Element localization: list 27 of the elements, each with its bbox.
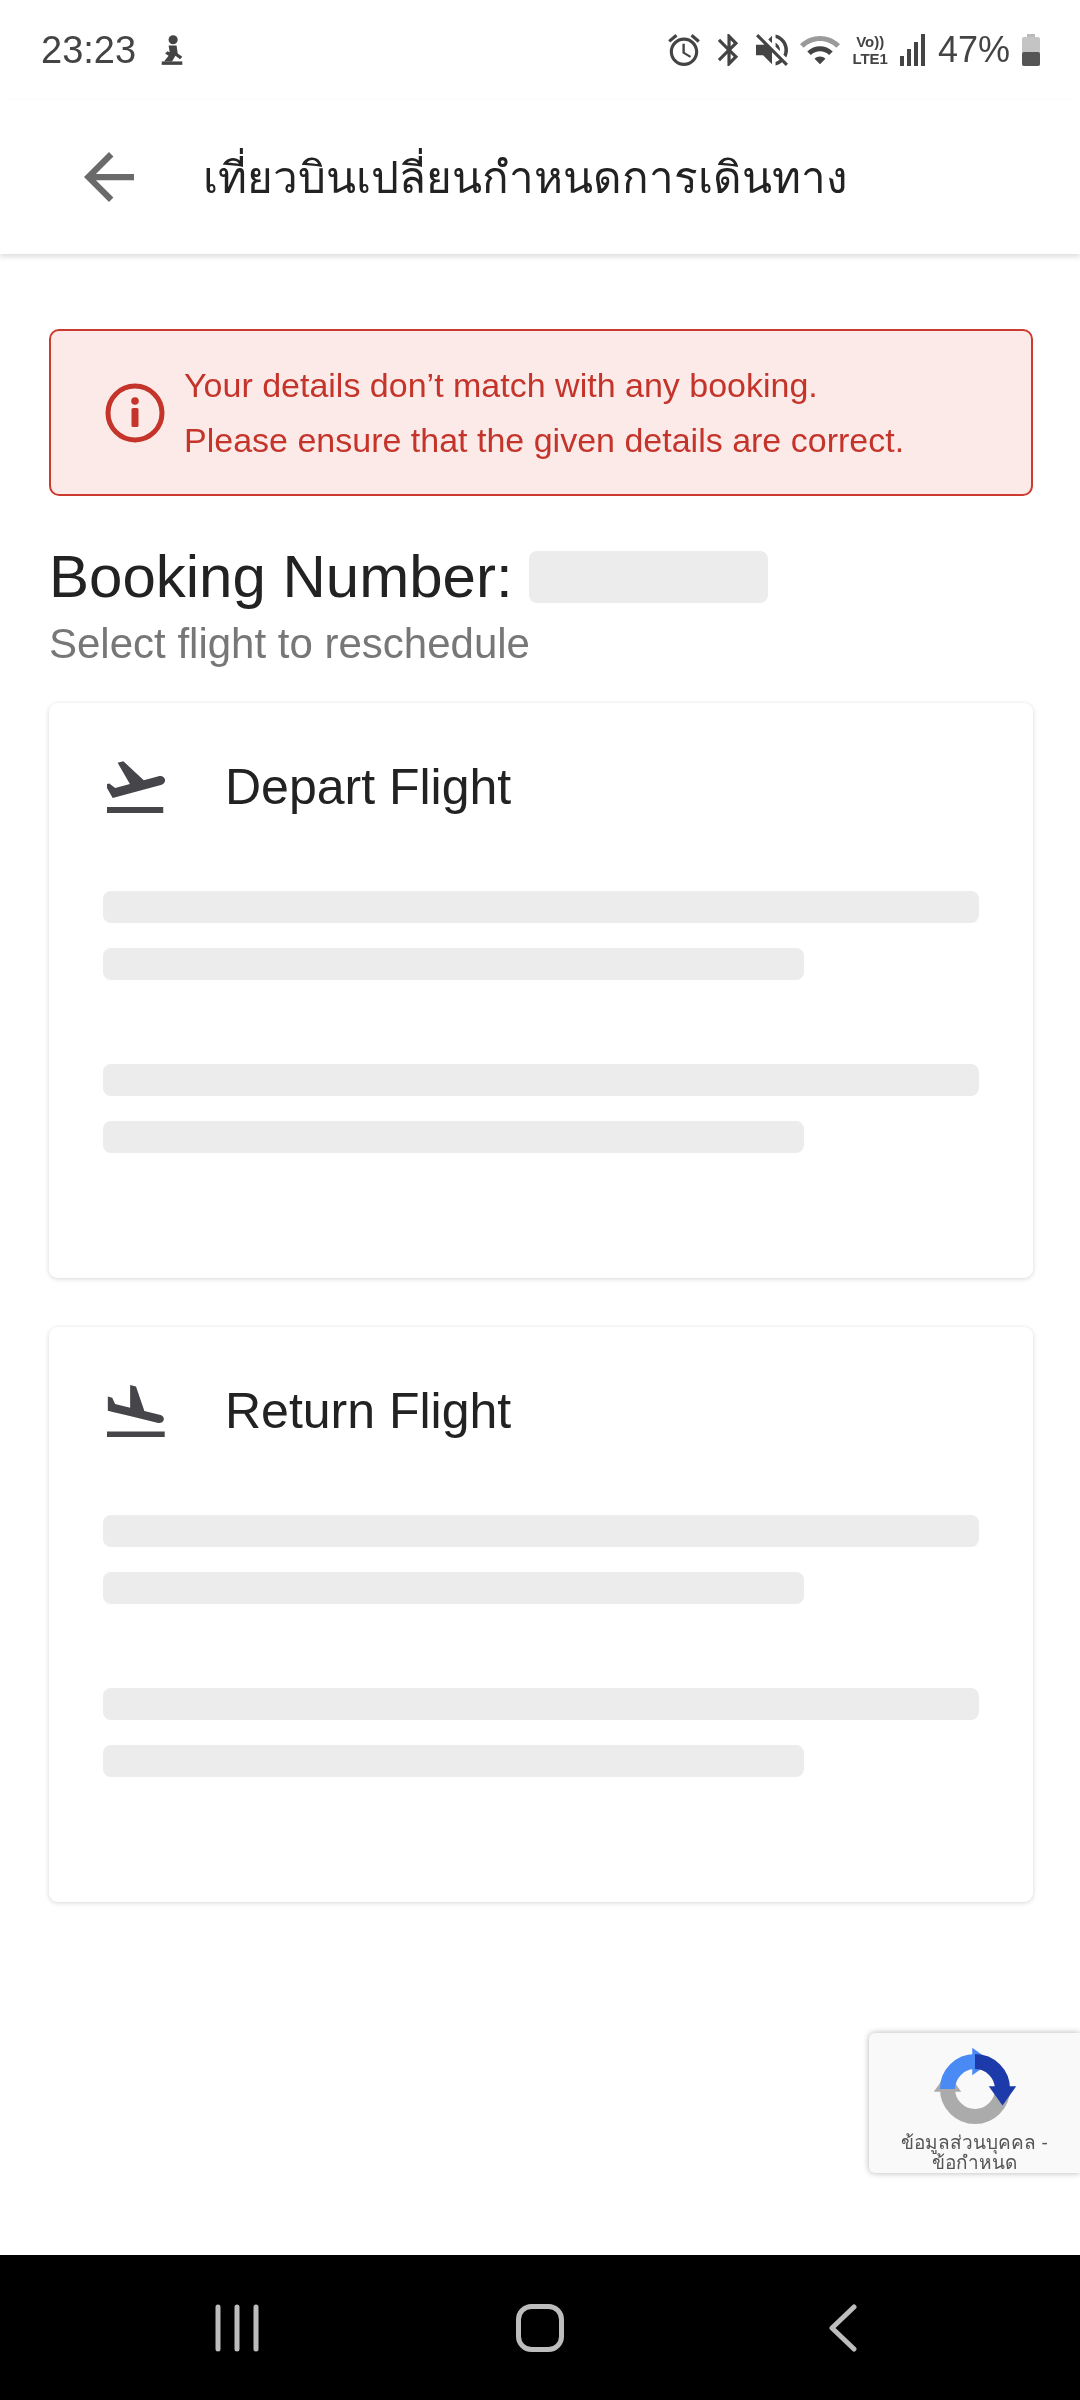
link-separator: - [1041, 2132, 1048, 2153]
terms-link[interactable]: ข้อกำหนด [932, 2152, 1017, 2173]
back-icon[interactable] [829, 2303, 857, 2352]
privacy-link[interactable]: ข้อมูลส่วนบุคคล [901, 2132, 1037, 2153]
flight-card-title: Depart Flight [225, 758, 512, 816]
status-time: 23:23 [41, 28, 137, 72]
plane-landing-icon [107, 1385, 165, 1437]
page-title: เที่ยวบินเปลี่ยนกำหนดการเดินทาง [203, 142, 847, 212]
home-icon[interactable] [516, 2303, 564, 2352]
battery-icon [1022, 34, 1040, 66]
network-label: Vo)) [856, 33, 885, 50]
error-message: Your details don’t match with any booking. Please ensure that the given details are correct. [184, 364, 905, 461]
network-label: LTE1 [852, 50, 888, 67]
select-flight-hint: Select flight to reschedule [49, 620, 531, 668]
alarm-icon [668, 34, 701, 66]
flight-card[interactable]: Depart Flight [49, 703, 1033, 1278]
flight-card-title: Return Flight [225, 1382, 512, 1440]
plane-takeoff-icon [107, 761, 165, 813]
battery-percent: 47% [937, 29, 1010, 71]
flight-card[interactable]: Return Flight [49, 1327, 1033, 1902]
booking-number-label: Booking Number: [49, 544, 513, 610]
recent-apps-icon[interactable] [215, 2303, 259, 2352]
info-icon [105, 382, 165, 443]
wifi-icon [800, 34, 841, 66]
back-arrow-icon[interactable] [84, 152, 134, 202]
sound-off-icon [756, 34, 789, 66]
signal-icon [899, 34, 926, 66]
